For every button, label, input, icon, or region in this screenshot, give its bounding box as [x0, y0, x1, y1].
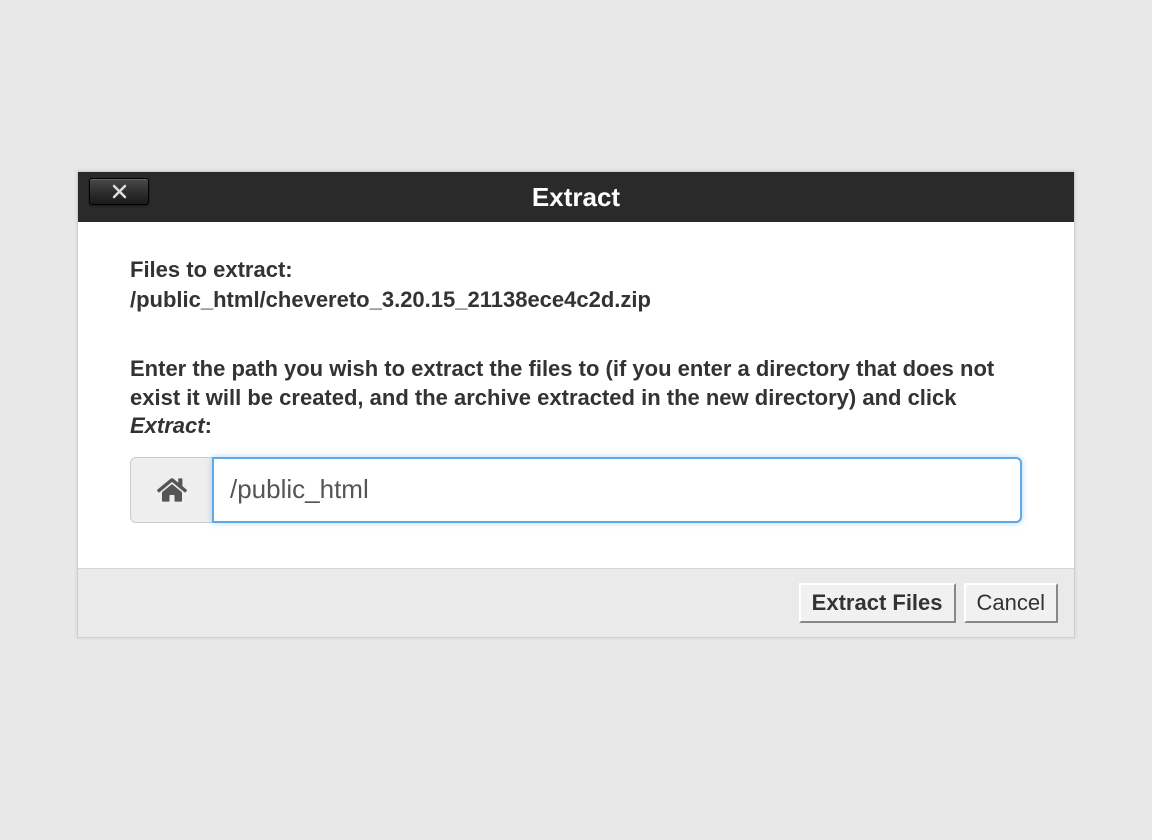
- close-icon: [112, 184, 127, 199]
- dialog-header: Extract: [78, 172, 1074, 222]
- extract-files-button[interactable]: Extract Files: [799, 583, 956, 623]
- instruction-text: Enter the path you wish to extract the f…: [130, 355, 1022, 441]
- file-path: /public_html/chevereto_3.20.15_21138ece4…: [130, 287, 1022, 313]
- close-button[interactable]: [89, 178, 149, 205]
- dialog-title: Extract: [532, 182, 620, 213]
- extract-path-input[interactable]: [212, 457, 1022, 523]
- path-input-group: [130, 457, 1022, 523]
- dialog-footer: Extract Files Cancel: [78, 568, 1074, 637]
- home-icon: [157, 475, 187, 505]
- home-addon[interactable]: [130, 457, 212, 523]
- cancel-button[interactable]: Cancel: [964, 583, 1058, 623]
- files-to-extract-label: Files to extract:: [130, 257, 1022, 283]
- dialog-body: Files to extract: /public_html/chevereto…: [78, 222, 1074, 568]
- extract-dialog: Extract Files to extract: /public_html/c…: [77, 171, 1075, 638]
